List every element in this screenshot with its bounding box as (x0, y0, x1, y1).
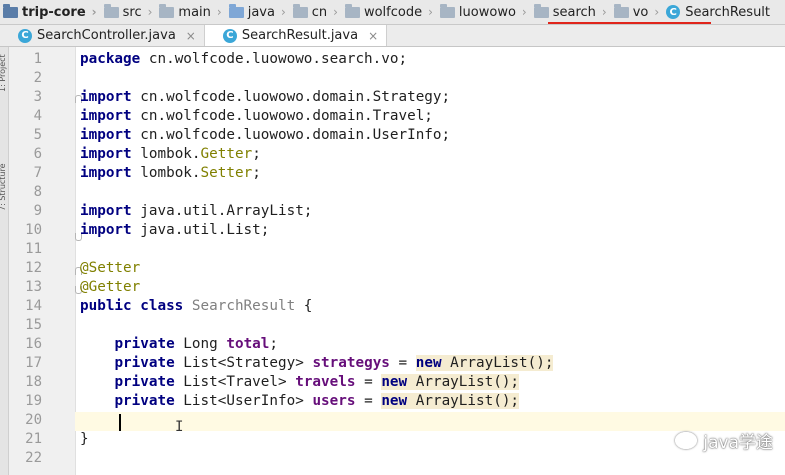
code-line-14: public class SearchResult { (80, 298, 313, 314)
line-number: 2 (33, 70, 42, 86)
code-line-7: import lombok.Setter; (80, 165, 261, 181)
line-number: 18 (25, 374, 42, 390)
code-line-3: import cn.wolfcode.luowowo.domain.Strate… (80, 89, 451, 105)
package-folder-icon (439, 3, 455, 18)
red-underline-annotation (548, 22, 711, 24)
breadcrumb-item-main[interactable]: main › (156, 0, 225, 24)
mouse-ibeam-cursor-icon: I (175, 419, 184, 435)
tab-searchresult-java[interactable]: C SearchResult.java × (204, 25, 388, 46)
line-number: 13 (25, 279, 42, 295)
package-folder-icon (613, 3, 629, 18)
line-number: 11 (25, 241, 42, 257)
line-number: 4 (33, 108, 42, 124)
breadcrumb-item-src[interactable]: src › (101, 0, 157, 24)
code-line-16: private Long total; (114, 336, 279, 352)
folder-icon (159, 3, 175, 18)
line-number: 20 (25, 412, 42, 428)
code-line-12: @Setter (80, 260, 141, 276)
close-icon[interactable]: × (368, 29, 378, 43)
line-number: 21 (25, 431, 42, 447)
line-number: 14 (25, 298, 42, 314)
breadcrumb-item-searchresult[interactable]: C SearchResult (663, 0, 774, 24)
line-number: 3 (33, 89, 42, 105)
code-line-13: @Getter (80, 279, 141, 295)
class-icon: C (222, 28, 237, 43)
source-folder-icon (228, 3, 244, 18)
line-number: 17 (25, 355, 42, 371)
code-line-1: package cn.wolfcode.luowowo.search.vo; (80, 51, 408, 67)
breadcrumb-item-vo[interactable]: vo › (611, 0, 663, 24)
class-icon: C (18, 28, 32, 43)
watermark: java学途 (675, 428, 773, 453)
line-number: 15 (25, 317, 42, 333)
line-number: 10 (25, 222, 42, 238)
line-number: 12 (25, 260, 42, 276)
breadcrumb-item-search[interactable]: search › (531, 0, 611, 24)
line-number: 19 (25, 393, 42, 409)
code-line-9: import java.util.ArrayList; (80, 203, 313, 219)
line-number: 6 (33, 146, 42, 162)
breadcrumb-item-java[interactable]: java › (226, 0, 290, 24)
breadcrumb-item-luowowo[interactable]: luowowo › (437, 0, 531, 24)
line-number: 8 (33, 184, 42, 200)
code-line-5: import cn.wolfcode.luowowo.domain.UserIn… (80, 127, 451, 143)
text-caret (119, 414, 121, 431)
code-editor[interactable]: package cn.wolfcode.luowowo.search.vo; i… (75, 47, 785, 475)
code-line-10: import java.util.List; (80, 222, 270, 238)
code-line-19: private List<UserInfo> users = new Array… (114, 393, 520, 409)
wechat-icon (675, 432, 698, 449)
class-icon: C (666, 5, 681, 19)
line-number: 1 (33, 51, 42, 67)
package-folder-icon (292, 3, 308, 18)
package-folder-icon (533, 3, 549, 18)
code-line-18: private List<Travel> travels = new Array… (114, 374, 520, 390)
code-line-4: import cn.wolfcode.luowowo.domain.Travel… (80, 108, 433, 124)
line-number-gutter: 1 2 3 4 5 6 7 8 9 10 11 12 13 14 15 16 1… (9, 47, 82, 475)
package-folder-icon (344, 3, 360, 18)
code-line-21: } (80, 431, 89, 447)
close-icon[interactable]: × (186, 29, 196, 43)
folder-icon (103, 3, 119, 18)
code-line-6: import lombok.Getter; (80, 146, 261, 162)
line-number: 5 (33, 127, 42, 143)
line-number: 22 (25, 450, 42, 466)
project-folder-icon (3, 3, 18, 18)
line-number: 7 (33, 165, 42, 181)
editor-tab-bar: C SearchController.java × C SearchResult… (0, 25, 785, 47)
code-line-17: private List<Strategy> strategys = new A… (114, 355, 554, 371)
tab-searchcontroller-java[interactable]: C SearchController.java × (0, 25, 205, 46)
breadcrumb-item-cn[interactable]: cn › (290, 0, 342, 24)
breadcrumb-item-wolfcode[interactable]: wolfcode › (342, 0, 437, 24)
tool-window-strip: 1: Project 7: Structure (0, 47, 9, 475)
line-number: 16 (25, 336, 42, 352)
line-number: 9 (33, 203, 42, 219)
breadcrumb-item-trip-core[interactable]: trip-core › (0, 0, 101, 24)
